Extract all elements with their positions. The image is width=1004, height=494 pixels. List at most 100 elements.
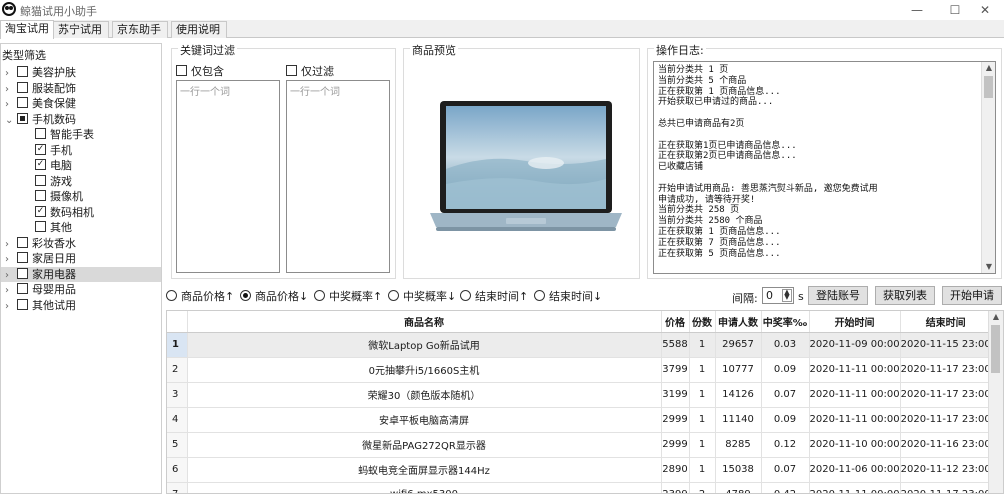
table-scrollbar[interactable]: ▲	[988, 311, 1003, 493]
fetch-list-button[interactable]: 获取列表	[875, 286, 935, 305]
sort-option[interactable]: 中奖概率↑	[314, 288, 382, 304]
table-cell: 0.12	[761, 432, 810, 458]
table-row[interactable]: 1 微软Laptop Go新品试用 5588 1 29657 0.03 2020-11-09…	[167, 332, 992, 358]
column-header[interactable]: 份数	[689, 311, 716, 333]
table-row[interactable]: 6 蚂蚁电竞全面屏显示器144Hz 2890 1 15038 0.07 2020-11-06…	[167, 457, 992, 483]
column-header[interactable]: 开始时间	[809, 311, 901, 333]
table-cell: 1	[689, 332, 716, 358]
category-item[interactable]: › 家居日用	[1, 251, 161, 266]
interval-stepper[interactable]: 0 ▲ ▼	[762, 287, 794, 304]
chevron-right-icon[interactable]: ›	[5, 97, 17, 112]
table-row[interactable]: 5 微星新品PAG272QR显示器 2999 1 8285 0.12 2020-11-10 …	[167, 432, 992, 458]
category-checkbox[interactable]	[17, 66, 28, 77]
category-checkbox[interactable]	[35, 205, 46, 217]
exclude-checkbox-box[interactable]	[286, 65, 297, 76]
radio-button[interactable]	[240, 290, 251, 301]
category-checkbox[interactable]	[17, 267, 28, 279]
category-checkbox[interactable]	[17, 97, 28, 108]
category-item[interactable]: › 其他试用	[1, 298, 161, 313]
category-item[interactable]: 手机	[1, 143, 161, 158]
category-checkbox[interactable]	[17, 236, 28, 248]
category-item[interactable]: 其他	[1, 220, 161, 235]
category-checkbox[interactable]	[35, 143, 46, 155]
radio-button[interactable]	[460, 290, 471, 301]
category-item[interactable]: › 彩妆香水	[1, 236, 161, 251]
scroll-thumb[interactable]	[984, 76, 993, 98]
category-item[interactable]: 数码相机	[1, 205, 161, 220]
category-checkbox[interactable]	[17, 81, 28, 93]
sort-option[interactable]: 结束时间↑	[460, 288, 528, 304]
scroll-down-icon[interactable]: ▼	[982, 261, 995, 273]
category-item[interactable]: ⌄ 手机数码	[1, 112, 161, 127]
category-item[interactable]: 智能手表	[1, 127, 161, 142]
column-header[interactable]	[167, 311, 188, 333]
exclude-only-checkbox[interactable]: 仅过滤	[286, 63, 334, 79]
title-bar: 鲸猫试用小助手 — ☐ ✕	[0, 0, 1004, 20]
log-scrollbar[interactable]: ▲ ▼	[981, 62, 995, 273]
close-button[interactable]: ✕	[966, 0, 1004, 20]
tab-jd[interactable]: 京东助手	[112, 21, 168, 38]
table-row[interactable]: 3 荣耀30（颜色版本随机） 3199 1 14126 0.07 2020-11-11 00…	[167, 382, 992, 408]
category-checkbox[interactable]	[17, 283, 28, 294]
table-row[interactable]: 2 0元抽攀升i5/1660S主机 3799 1 10777 0.09 2020-11-11…	[167, 357, 992, 383]
radio-button[interactable]	[314, 290, 325, 301]
log-textbox[interactable]: 当前分类共 1 页 当前分类共 5 个商品 正在获取第 1 页商品信息... 开…	[653, 61, 996, 274]
minimize-button[interactable]: —	[898, 0, 936, 20]
exclude-keywords-textarea[interactable]: 一行一个词	[286, 80, 390, 273]
table-row[interactable]: 4 安卓平板电脑高清屏 2999 1 11140 0.09 2020-11-11 00:00…	[167, 407, 992, 433]
category-item[interactable]: 游戏	[1, 174, 161, 189]
category-checkbox[interactable]	[17, 298, 28, 310]
radio-button[interactable]	[166, 290, 177, 301]
column-header[interactable]: 结束时间	[900, 311, 992, 333]
category-item[interactable]: › 美容护肤	[1, 65, 161, 80]
include-keywords-textarea[interactable]: 一行一个词	[176, 80, 280, 273]
start-apply-button[interactable]: 开始申请	[942, 286, 1002, 305]
chevron-down-icon[interactable]: ⌄	[5, 113, 17, 128]
tab-taobao[interactable]: 淘宝试用	[0, 20, 54, 39]
sort-option[interactable]: 商品价格↑	[166, 288, 234, 304]
category-checkbox[interactable]	[35, 159, 46, 170]
category-item[interactable]: › 母婴用品	[1, 282, 161, 297]
radio-button[interactable]	[388, 290, 399, 301]
login-button[interactable]: 登陆账号	[808, 286, 868, 305]
category-checkbox[interactable]	[35, 128, 46, 139]
category-checkbox[interactable]	[17, 112, 28, 124]
include-only-checkbox[interactable]: 仅包含	[176, 63, 224, 79]
table-cell: 2020-11-16 23:00	[900, 432, 992, 458]
table-scroll-thumb[interactable]	[991, 325, 1000, 373]
chevron-right-icon[interactable]: ›	[5, 268, 17, 283]
sort-option[interactable]: 结束时间↓	[534, 288, 602, 304]
column-header[interactable]: 商品名称	[187, 311, 662, 333]
column-header[interactable]: 中奖率‰	[761, 311, 810, 333]
tab-suning[interactable]: 苏宁试用	[53, 21, 109, 38]
category-label: 服装配饰	[32, 81, 76, 95]
tab-help[interactable]: 使用说明	[171, 21, 227, 38]
column-header[interactable]: 申请人数	[715, 311, 762, 333]
category-checkbox[interactable]	[35, 190, 46, 201]
sort-option[interactable]: 商品价格↓	[240, 288, 308, 304]
chevron-right-icon[interactable]: ›	[5, 237, 17, 252]
table-cell: 0.09	[761, 357, 810, 383]
chevron-right-icon[interactable]: ›	[5, 299, 17, 314]
chevron-right-icon[interactable]: ›	[5, 252, 17, 267]
table-row[interactable]: 7wifi6 mx53002399247890.422020-11-11 00:…	[167, 482, 992, 493]
category-item[interactable]: › 家用电器	[1, 266, 161, 283]
preview-title: 商品预览	[410, 42, 458, 58]
radio-button[interactable]	[534, 290, 545, 301]
category-item[interactable]: 电脑	[1, 158, 161, 173]
table-scroll-up-icon[interactable]: ▲	[989, 311, 1003, 323]
chevron-right-icon[interactable]: ›	[5, 283, 17, 298]
chevron-right-icon[interactable]: ›	[5, 82, 17, 97]
category-item[interactable]: › 服装配饰	[1, 81, 161, 96]
scroll-up-icon[interactable]: ▲	[982, 62, 995, 74]
include-checkbox-box[interactable]	[176, 65, 187, 76]
category-checkbox[interactable]	[35, 221, 46, 232]
stepper-arrows-icon[interactable]: ▲ ▼	[782, 289, 792, 302]
category-item[interactable]: › 美食保健	[1, 96, 161, 111]
sort-option[interactable]: 中奖概率↓	[388, 288, 456, 304]
column-header[interactable]: 价格	[661, 311, 690, 333]
category-item[interactable]: 摄像机	[1, 189, 161, 204]
chevron-right-icon[interactable]: ›	[5, 66, 17, 81]
category-checkbox[interactable]	[35, 174, 46, 186]
category-checkbox[interactable]	[17, 252, 28, 263]
